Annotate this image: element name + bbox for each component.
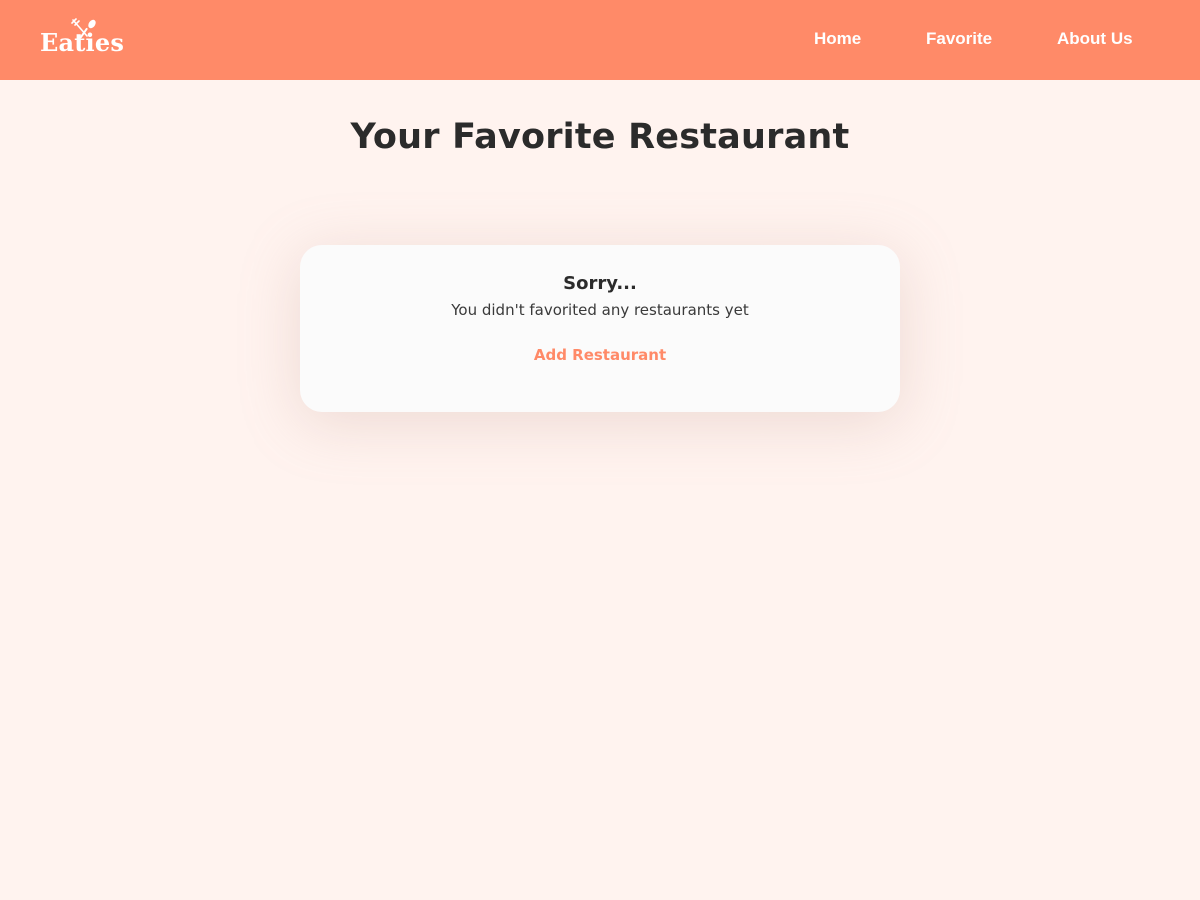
page-title: Your Favorite Restaurant bbox=[350, 117, 850, 157]
empty-state-card: Sorry... You didn't favorited any restau… bbox=[300, 245, 900, 412]
empty-state-title: Sorry... bbox=[563, 273, 637, 294]
add-restaurant-link[interactable]: Add Restaurant bbox=[500, 345, 700, 365]
nav-home-link[interactable]: Home bbox=[814, 29, 861, 49]
nav-favorite-link[interactable]: Favorite bbox=[926, 29, 992, 49]
brand-logo[interactable]: Eaties bbox=[40, 18, 132, 64]
nav-about-us-link[interactable]: About Us bbox=[1057, 29, 1133, 49]
app-header: Eaties Home Favorite About Us bbox=[0, 0, 1200, 80]
fork-and-spoon-icon bbox=[71, 18, 96, 39]
empty-state-message: You didn't favorited any restaurants yet bbox=[451, 301, 749, 319]
